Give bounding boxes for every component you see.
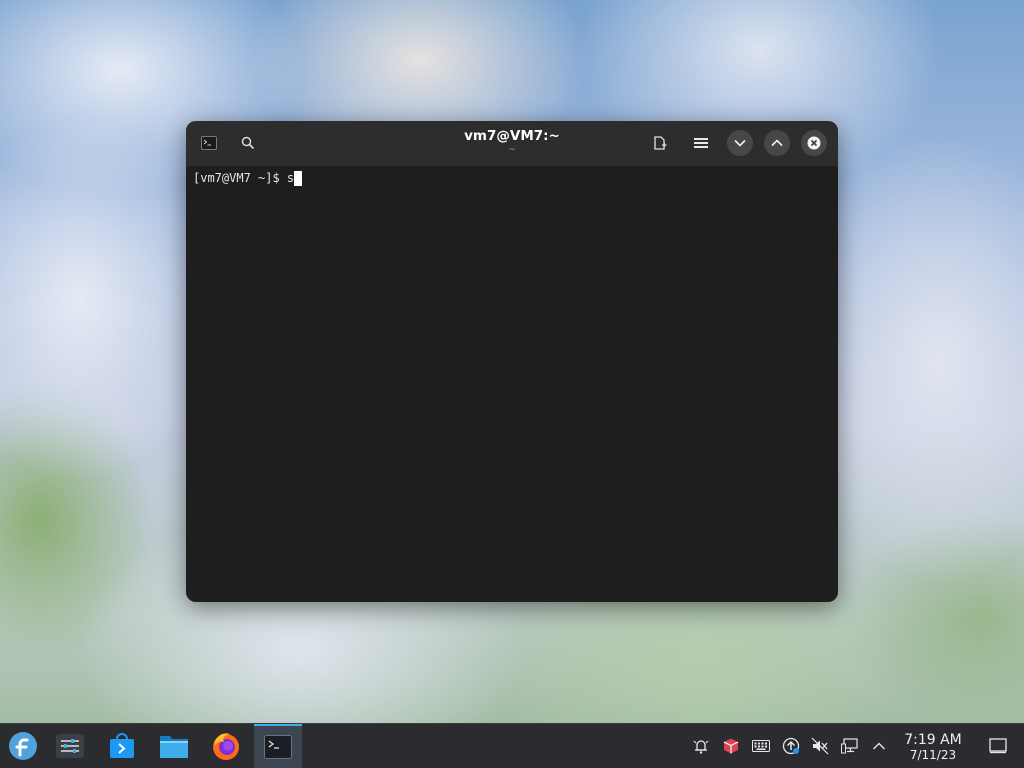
volume-muted-icon[interactable]: [810, 736, 830, 756]
taskbar: 7:19 AM 7/11/23: [0, 723, 1024, 768]
package-icon[interactable]: [721, 736, 741, 756]
fedora-logo-icon: [9, 732, 37, 760]
network-icon[interactable]: [840, 736, 860, 756]
close-button[interactable]: [801, 130, 827, 156]
terminal-icon: [264, 735, 292, 759]
settings-sliders-icon: [56, 734, 84, 758]
application-launcher[interactable]: [0, 726, 46, 766]
taskbar-app-firefox[interactable]: [203, 726, 249, 766]
firefox-icon: [213, 733, 239, 760]
show-hidden-chevron-icon[interactable]: [869, 736, 889, 756]
text-cursor: [294, 171, 303, 186]
clock-time: 7:19 AM: [904, 732, 962, 748]
updates-icon[interactable]: [781, 736, 801, 756]
terminal-window[interactable]: vm7@VM7:~ ~ [vm7@VM7 ~]$ s: [186, 121, 838, 602]
taskbar-app-settings[interactable]: [47, 726, 93, 766]
taskbar-app-files[interactable]: [151, 726, 197, 766]
taskbar-app-discover[interactable]: [99, 726, 145, 766]
chevron-up-icon: [771, 139, 783, 147]
digital-clock[interactable]: 7:19 AM 7/11/23: [897, 732, 969, 762]
command-input[interactable]: s: [287, 171, 294, 185]
discover-store-icon: [110, 733, 134, 758]
notifications-icon[interactable]: [691, 736, 711, 756]
taskbar-app-konsole[interactable]: [254, 724, 302, 768]
clock-date: 7/11/23: [909, 748, 957, 762]
hamburger-menu-icon[interactable]: [688, 130, 714, 156]
terminal-output[interactable]: [vm7@VM7 ~]$ s: [193, 171, 303, 186]
close-icon: [807, 136, 821, 150]
title-bar[interactable]: vm7@VM7:~ ~: [186, 121, 838, 167]
minimize-button[interactable]: [727, 130, 753, 156]
chevron-down-icon: [734, 139, 746, 147]
shell-prompt: [vm7@VM7 ~]$: [193, 171, 287, 185]
keyboard-icon[interactable]: [751, 736, 771, 756]
folder-icon: [160, 736, 188, 758]
new-tab-icon[interactable]: [647, 130, 673, 156]
show-desktop-icon[interactable]: [988, 736, 1008, 756]
maximize-button[interactable]: [764, 130, 790, 156]
